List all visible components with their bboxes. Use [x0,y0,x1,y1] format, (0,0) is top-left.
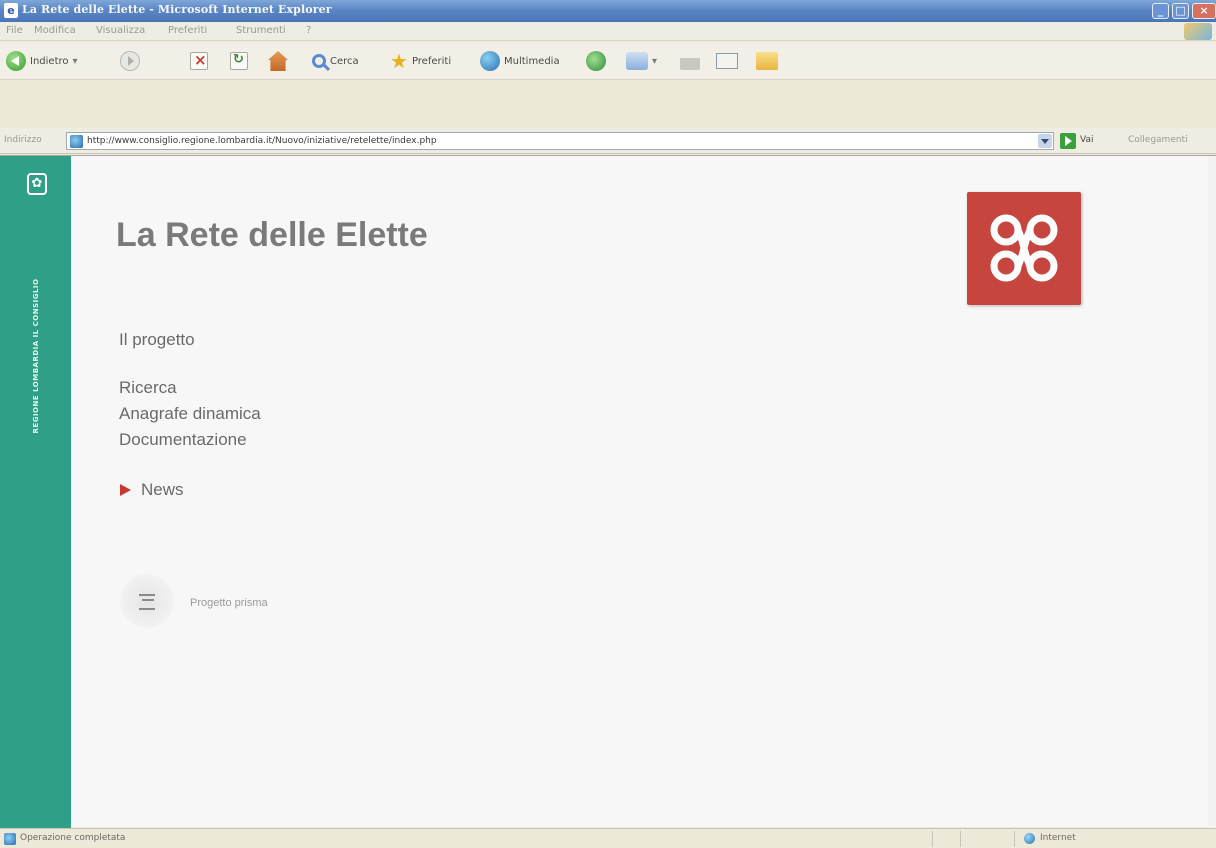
regione-lombardia-logo-icon[interactable]: ✿ [27,173,47,195]
toolbar: Indietro ▾ Cerca ★ Preferiti Multimedia [0,42,1216,80]
menu-help[interactable]: ? [306,25,311,36]
home-icon [268,51,288,71]
go-arrow-icon[interactable] [1060,133,1076,149]
nav-news[interactable]: News [120,480,184,500]
nav-il-progetto[interactable]: Il progetto [119,330,195,350]
menu-modifica[interactable]: Modifica [34,25,76,36]
progetto-prisma-link[interactable]: Progetto prisma [190,597,268,609]
back-arrow-icon [6,51,26,71]
edit-icon [716,53,738,69]
folder-icon [756,52,778,70]
page-icon [70,135,83,148]
star-icon: ★ [390,49,408,73]
sidebar-vertical-label: REGIONE LOMBARDIA IL CONSIGLIO [32,278,40,434]
close-button[interactable]: × [1192,3,1216,19]
refresh-icon [230,52,248,70]
menu-strumenti[interactable]: Strumenti [236,25,286,36]
edit-button[interactable] [716,50,738,72]
menu-file[interactable]: File [6,25,23,36]
menu-preferiti[interactable]: Preferiti [168,25,207,36]
forward-arrow-icon [120,51,140,71]
back-label: Indietro [30,55,69,67]
home-button[interactable] [268,50,288,72]
page-viewport: ✿ REGIONE LOMBARDIA IL CONSIGLIO La Rete… [0,155,1216,828]
rete-elette-logo [967,192,1081,305]
maximize-button[interactable]: □ [1172,3,1189,19]
back-dropdown-icon[interactable]: ▾ [73,56,78,67]
nav-documentazione[interactable]: Documentazione [119,430,247,450]
printer-icon [680,52,700,70]
menu-bar: File Modifica Visualizza Preferiti Strum… [0,22,1216,41]
search-icon [312,54,326,68]
knot-symbol-icon [990,214,1058,282]
status-divider [1014,831,1015,847]
stop-button[interactable] [190,50,208,72]
ie-icon: e [4,3,18,18]
forward-button[interactable] [120,50,140,72]
minimize-button[interactable]: _ [1152,3,1169,19]
stop-icon [190,51,208,70]
favorites-label: Preferiti [411,55,452,67]
address-dropdown-icon[interactable] [1038,134,1052,148]
status-divider [960,831,961,847]
print-button[interactable] [680,50,700,72]
mail-dropdown-icon[interactable]: ▾ [652,56,657,67]
favorites-button[interactable]: ★ Preferiti [390,50,451,72]
address-bar: Indirizzo http://www.consiglio.regione.l… [0,128,1216,154]
status-divider [932,831,933,847]
internet-zone-icon [1024,833,1035,844]
status-bar: Operazione completata Internet [0,828,1216,848]
menu-visualizza[interactable]: Visualizza [96,25,145,36]
refresh-button[interactable] [230,50,248,72]
window-title: La Rete delle Elette - Microsoft Interne… [22,3,332,16]
news-arrow-icon [120,484,131,496]
links-button[interactable]: Collegamenti [1128,135,1188,145]
prisma-logo-icon[interactable] [120,574,174,628]
media-button[interactable]: Multimedia [480,50,560,72]
search-label: Cerca [330,55,359,67]
scrollbar[interactable] [1208,156,1216,828]
messenger-button[interactable] [756,50,778,72]
address-label: Indirizzo [4,135,42,145]
browser-window: e La Rete delle Elette - Microsoft Inter… [0,0,1216,848]
nav-ricerca[interactable]: Ricerca [119,378,177,398]
media-globe-icon [480,51,500,71]
history-button[interactable] [586,50,606,72]
mail-icon [626,52,648,70]
title-bar: e La Rete delle Elette - Microsoft Inter… [0,0,1216,22]
status-text: Operazione completata [20,833,126,843]
address-url[interactable]: http://www.consiglio.regione.lombardia.i… [87,136,437,146]
nav-anagrafe-dinamica[interactable]: Anagrafe dinamica [119,404,261,424]
mail-button[interactable]: ▾ [626,50,657,72]
windows-logo-icon [1184,23,1212,40]
page-title: La Rete delle Elette [116,216,428,254]
status-page-icon [4,833,16,845]
go-button[interactable]: Vai [1080,135,1093,145]
history-icon [586,51,606,71]
address-input[interactable]: http://www.consiglio.regione.lombardia.i… [66,132,1054,150]
back-button[interactable]: Indietro ▾ [6,50,78,72]
news-label[interactable]: News [141,480,184,500]
security-zone-label: Internet [1040,833,1076,843]
search-button[interactable]: Cerca [312,50,359,72]
sidebar-green-bar: ✿ REGIONE LOMBARDIA IL CONSIGLIO [0,156,71,828]
media-label: Multimedia [504,55,560,67]
